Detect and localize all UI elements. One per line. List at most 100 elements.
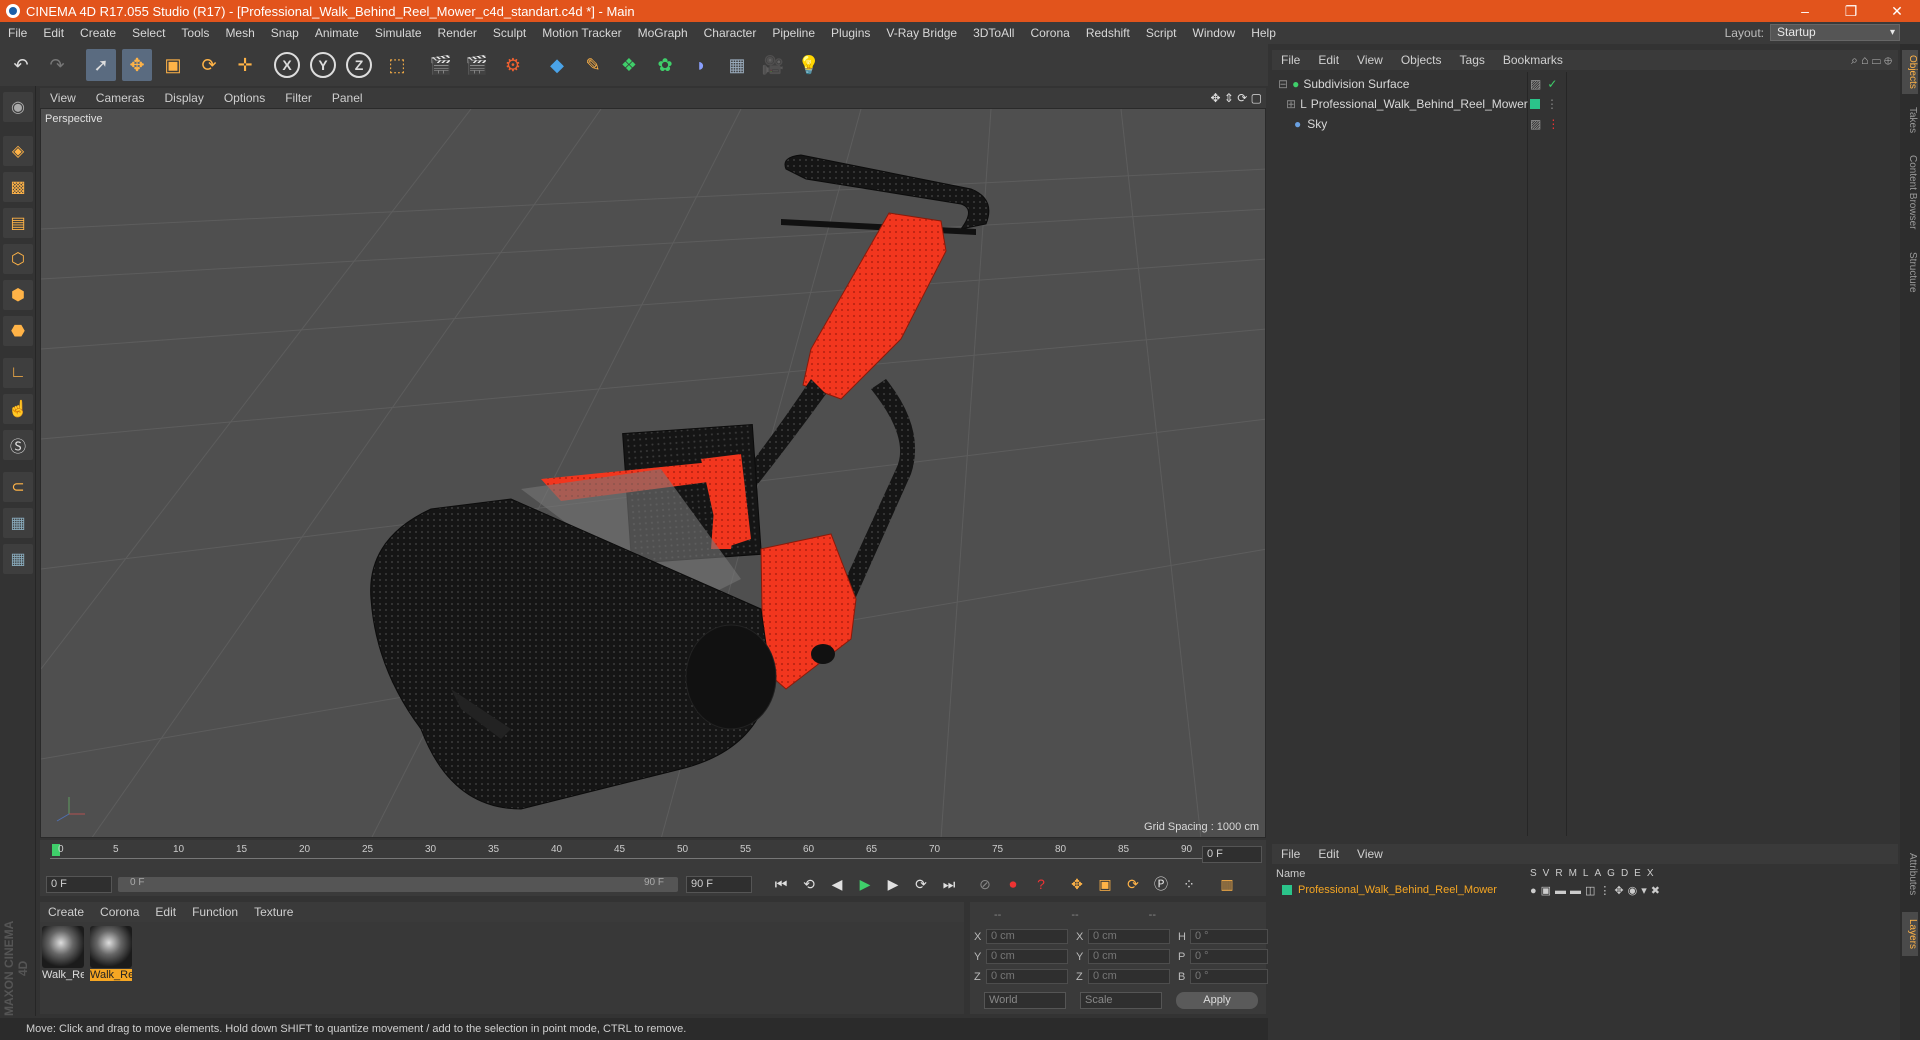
restore-button[interactable]: ❐: [1828, 0, 1874, 22]
prev-key-icon[interactable]: ⟲: [798, 873, 820, 895]
snap-icon[interactable]: ⊂: [3, 472, 33, 502]
object-status[interactable]: ⋮: [1530, 94, 1558, 113]
camera-icon[interactable]: 🎥: [758, 49, 788, 81]
object-row[interactable]: ⊞ L Professional_Walk_Behind_Reel_Mower: [1286, 94, 1528, 113]
om-menu-view[interactable]: View: [1348, 53, 1392, 67]
viewport-nav-icons[interactable]: ✥ ⇕ ⟳ ▢: [1210, 91, 1262, 105]
tab-layers[interactable]: Layers: [1902, 912, 1918, 956]
om-menu-objects[interactable]: Objects: [1392, 53, 1451, 67]
lm-menu-edit[interactable]: Edit: [1309, 847, 1348, 861]
layer-color-swatch[interactable]: [1282, 885, 1292, 895]
apply-button[interactable]: Apply: [1176, 992, 1258, 1009]
layout-dropdown[interactable]: Startup: [1770, 24, 1900, 41]
menu-window[interactable]: Window: [1185, 26, 1244, 40]
motion-record-icon[interactable]: ⊘: [974, 873, 996, 895]
timeline-ruler[interactable]: 0 5 10 15 20 25 30 35 40 45 50 55 60 65 …: [40, 840, 1266, 872]
pen-spline-icon[interactable]: ✎: [578, 49, 608, 81]
size-y-field[interactable]: 0 cm: [1088, 949, 1170, 964]
redo-icon[interactable]: ↷: [42, 49, 72, 81]
menu-animate[interactable]: Animate: [307, 26, 367, 40]
om-search-home-icons[interactable]: ⌕ ⌂ ▭ ⊕: [1851, 53, 1892, 68]
om-menu-edit[interactable]: Edit: [1309, 53, 1348, 67]
model-mode-icon[interactable]: ◈: [3, 136, 33, 166]
select-tool-icon[interactable]: ➚: [86, 49, 116, 81]
scale-tool-icon[interactable]: ▣: [158, 49, 188, 81]
tab-objects[interactable]: Objects: [1902, 50, 1918, 94]
move-tool-icon[interactable]: ✥: [122, 49, 152, 81]
position-x-field[interactable]: 0 cm: [986, 929, 1068, 944]
mat-menu-corona[interactable]: Corona: [92, 905, 147, 919]
auto-key-icon[interactable]: ?: [1030, 873, 1052, 895]
workplane-lock-icon[interactable]: ▦: [3, 508, 33, 538]
size-z-field[interactable]: 0 cm: [1088, 969, 1170, 984]
rotation-h-field[interactable]: 0 °: [1190, 929, 1268, 944]
menu-edit[interactable]: Edit: [35, 26, 72, 40]
x-axis-icon[interactable]: X: [274, 52, 300, 78]
goto-end-icon[interactable]: ⏭: [938, 873, 960, 895]
viewport-menu-options[interactable]: Options: [214, 91, 275, 105]
menu-render[interactable]: Render: [430, 26, 485, 40]
play-icon[interactable]: ▶: [854, 873, 876, 895]
key-parameter-icon[interactable]: Ⓟ: [1150, 873, 1172, 895]
texture-mode-icon[interactable]: ▩: [3, 172, 33, 202]
menu-motion-tracker[interactable]: Motion Tracker: [534, 26, 629, 40]
current-frame-field[interactable]: 0 F: [1202, 846, 1262, 863]
menu-vray-bridge[interactable]: V-Ray Bridge: [878, 26, 965, 40]
render-view-icon[interactable]: 🎬: [426, 49, 456, 81]
om-menu-file[interactable]: File: [1272, 53, 1309, 67]
close-window-button[interactable]: ✕: [1874, 0, 1920, 22]
position-z-field[interactable]: 0 cm: [986, 969, 1068, 984]
tab-takes[interactable]: Takes: [1902, 102, 1918, 138]
material-slot[interactable]: Walk_Re: [42, 926, 84, 982]
perspective-viewport[interactable]: Perspective Grid Spacing : 1000 cm: [40, 108, 1266, 838]
tweak-mode-icon[interactable]: ☝: [3, 394, 33, 424]
edges-mode-icon[interactable]: ⬢: [3, 280, 33, 310]
mat-menu-edit[interactable]: Edit: [147, 905, 184, 919]
render-picture-viewer-icon[interactable]: 🎬: [462, 49, 492, 81]
next-key-icon[interactable]: ⟳: [910, 873, 932, 895]
light-icon[interactable]: 💡: [794, 49, 824, 81]
menu-character[interactable]: Character: [696, 26, 765, 40]
menu-help[interactable]: Help: [1243, 26, 1284, 40]
key-pla-icon[interactable]: ⁘: [1178, 873, 1200, 895]
polygons-mode-icon[interactable]: ⬣: [3, 316, 33, 346]
position-y-field[interactable]: 0 cm: [986, 949, 1068, 964]
layer-toggle-icons[interactable]: ●▣▬▬◫⋮✥◉▾✖: [1530, 884, 1664, 897]
prev-frame-icon[interactable]: ◀: [826, 873, 848, 895]
timeline-window-icon[interactable]: ▥: [1216, 873, 1238, 895]
lm-menu-view[interactable]: View: [1348, 847, 1392, 861]
workplane-mode-icon[interactable]: ▤: [3, 208, 33, 238]
key-scale-icon[interactable]: ▣: [1094, 873, 1116, 895]
coord-system-dropdown[interactable]: World: [984, 992, 1066, 1009]
next-frame-icon[interactable]: ▶: [882, 873, 904, 895]
workplane-snap-icon[interactable]: ▦: [3, 544, 33, 574]
coord-mode-dropdown[interactable]: Scale: [1080, 992, 1162, 1009]
tab-attributes[interactable]: Attributes: [1902, 844, 1918, 904]
viewport-menu-filter[interactable]: Filter: [275, 91, 322, 105]
viewport-menu-cameras[interactable]: Cameras: [86, 91, 155, 105]
menu-file[interactable]: File: [0, 26, 35, 40]
om-menu-bookmarks[interactable]: Bookmarks: [1494, 53, 1572, 67]
subdivision-icon[interactable]: ❖: [614, 49, 644, 81]
coordinate-system-icon[interactable]: ⬚: [382, 49, 412, 81]
menu-select[interactable]: Select: [124, 26, 173, 40]
mat-menu-texture[interactable]: Texture: [246, 905, 301, 919]
menu-snap[interactable]: Snap: [263, 26, 307, 40]
rotation-p-field[interactable]: 0 °: [1190, 949, 1268, 964]
preview-range-slider[interactable]: 0 F 90 F: [118, 876, 678, 892]
live-selection-icon[interactable]: ✛: [230, 49, 260, 81]
lm-menu-file[interactable]: File: [1272, 847, 1309, 861]
menu-corona[interactable]: Corona: [1022, 26, 1077, 40]
menu-script[interactable]: Script: [1138, 26, 1185, 40]
minimize-button[interactable]: –: [1782, 0, 1828, 22]
rotate-tool-icon[interactable]: ⟳: [194, 49, 224, 81]
end-frame-field[interactable]: 90 F: [686, 875, 752, 893]
viewport-menu-panel[interactable]: Panel: [322, 91, 373, 105]
rotation-b-field[interactable]: 0 °: [1190, 969, 1268, 984]
deformer-icon[interactable]: ◗: [686, 49, 716, 81]
points-mode-icon[interactable]: ⬡: [3, 244, 33, 274]
cube-icon[interactable]: ◆: [542, 49, 572, 81]
viewport-menu-display[interactable]: Display: [154, 91, 213, 105]
tab-content-browser[interactable]: Content Browser: [1902, 148, 1918, 236]
key-rotation-icon[interactable]: ⟳: [1122, 873, 1144, 895]
